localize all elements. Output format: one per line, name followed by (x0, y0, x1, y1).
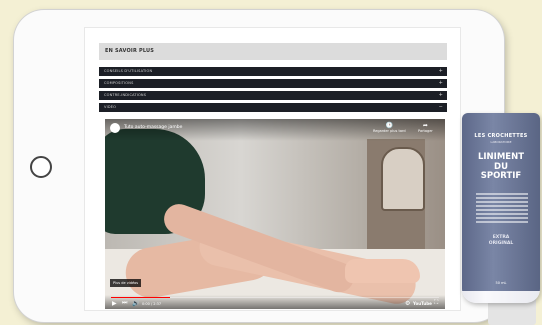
play-icon[interactable]: ▶ (112, 300, 117, 307)
video-title[interactable]: Tuto auto-massage jambe (124, 125, 182, 130)
accordion-item-compositions[interactable]: COMPOSITIONS + (99, 79, 447, 88)
product-name-line: SPORTIF (480, 171, 522, 181)
youtube-logo[interactable]: YouTube (413, 301, 432, 306)
share-icon: ➦ (422, 122, 428, 129)
product-brand: LES CROCHETTES (474, 133, 528, 139)
channel-avatar[interactable] (110, 123, 120, 133)
section-header: EN SAVOIR PLUS (99, 43, 447, 60)
share-label: Partager (418, 129, 433, 133)
timecode: 0:00 / 2:37 (142, 302, 162, 306)
product-brand-sub: LABORATOIRE (490, 140, 512, 144)
clock-icon: 🕒 (385, 122, 394, 129)
product-variant: EXTRA ORIGINAL (462, 235, 540, 246)
plus-icon: + (438, 68, 443, 74)
video-player[interactable]: Tuto auto-massage jambe 🕒 Regarder plus … (105, 119, 445, 309)
accordion-item-label: VIDÉO (104, 105, 117, 109)
product-volume: 50 mL (495, 281, 507, 285)
volume-icon[interactable]: 🔊 (132, 300, 139, 307)
tablet-frame: EN SAVOIR PLUS CONSEILS D'UTILISATION + … (14, 10, 504, 322)
more-videos-badge[interactable]: Plus de vidéos (110, 279, 142, 287)
accordion-item-label: COMPOSITIONS (104, 81, 134, 85)
accordion-item-video[interactable]: VIDÉO − (99, 103, 447, 112)
video-scene-mirror (381, 147, 425, 211)
plus-icon: + (438, 80, 443, 86)
fullscreen-icon[interactable]: ⛶ (434, 299, 438, 307)
watch-later-button[interactable]: 🕒 Regarder plus tard (373, 122, 406, 133)
accordion-item-label: CONSEILS D'UTILISATION (104, 69, 153, 73)
minus-icon: − (438, 104, 443, 110)
plus-icon: + (438, 92, 443, 98)
watch-later-label: Regarder plus tard (373, 129, 406, 133)
product-variant-line: EXTRA (492, 235, 510, 240)
progress-fill (111, 296, 171, 298)
accordion-item-contre-indications[interactable]: CONTRE-INDICATIONS + (99, 91, 447, 100)
next-icon[interactable]: ⏭ (122, 299, 127, 307)
tablet-screen: EN SAVOIR PLUS CONSEILS D'UTILISATION + … (85, 28, 460, 310)
share-button[interactable]: ➦ Partager (418, 122, 433, 133)
accordion-item-label: CONTRE-INDICATIONS (104, 93, 147, 97)
home-button[interactable] (30, 156, 52, 178)
accordion-item-conseils[interactable]: CONSEILS D'UTILISATION + (99, 67, 447, 76)
product-tube: LES CROCHETTES LABORATOIRE LINIMENT DU S… (462, 113, 540, 303)
accordion: CONSEILS D'UTILISATION + COMPOSITIONS + … (99, 67, 447, 115)
video-scene-foot (345, 259, 420, 283)
product-name: LINIMENT DU SPORTIF (462, 152, 540, 182)
product-variant-line: ORIGINAL (488, 240, 514, 246)
progress-bar[interactable] (111, 296, 439, 298)
product-description (476, 193, 528, 229)
settings-icon[interactable]: ⚙ (405, 300, 410, 307)
